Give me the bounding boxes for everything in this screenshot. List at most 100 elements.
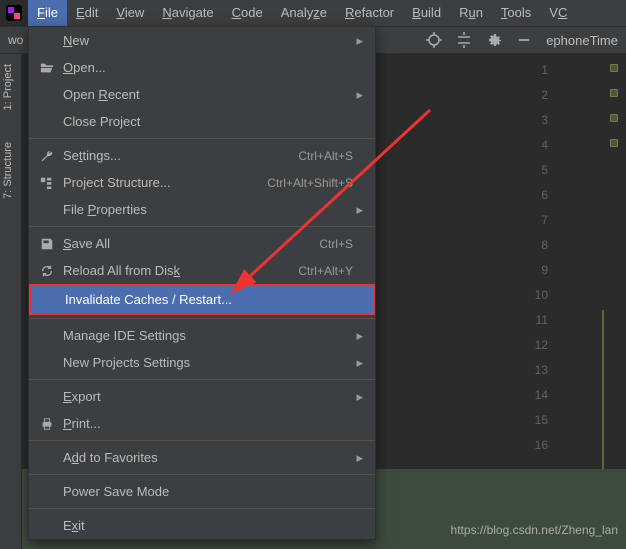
menu-item-label: Open...	[63, 60, 353, 75]
menubar-item[interactable]: View	[107, 0, 153, 26]
submenu-arrow-icon: ▸	[353, 202, 363, 218]
menu-item-label: Exit	[63, 518, 353, 533]
menu-shortcut: Ctrl+Alt+Y	[298, 264, 353, 278]
menu-item-label: Close Project	[63, 114, 353, 129]
menu-item[interactable]: Exit	[29, 512, 375, 539]
menu-item-label: Invalidate Caches / Restart...	[65, 292, 351, 307]
menu-item-label: Power Save Mode	[63, 484, 353, 499]
menu-item-label: New	[63, 33, 353, 48]
line-number: 4	[516, 133, 556, 158]
menu-item[interactable]: Manage IDE Settings▸	[29, 322, 375, 349]
reload-icon	[37, 264, 57, 278]
menu-separator	[29, 474, 375, 475]
menu-item[interactable]: Open...	[29, 54, 375, 81]
menubar-item[interactable]: Edit	[67, 0, 107, 26]
watermark: https://blog.csdn.net/Zheng_lan	[451, 523, 618, 537]
line-number: 7	[516, 208, 556, 233]
struct-icon	[37, 176, 57, 190]
menu-item-label: Print...	[63, 416, 353, 431]
open-icon	[37, 61, 57, 75]
save-icon	[37, 237, 57, 251]
warning-marker[interactable]	[610, 89, 618, 97]
menu-separator	[29, 226, 375, 227]
menubar-item[interactable]: Build	[403, 0, 450, 26]
warning-marker[interactable]	[610, 139, 618, 147]
line-number: 2	[516, 83, 556, 108]
line-number: 12	[516, 333, 556, 358]
menu-item[interactable]: Open Recent▸	[29, 81, 375, 108]
submenu-arrow-icon: ▸	[353, 450, 363, 466]
marker-bar	[610, 58, 620, 164]
menu-item[interactable]: Close Project	[29, 108, 375, 135]
menu-item[interactable]: Project Structure...Ctrl+Alt+Shift+S	[29, 169, 375, 196]
wrench-icon	[37, 149, 57, 163]
menu-item-label: Manage IDE Settings	[63, 328, 353, 343]
menu-item-label: Open Recent	[63, 87, 353, 102]
sidebar-tab-label: 7: Structure	[2, 142, 14, 199]
submenu-arrow-icon: ▸	[353, 389, 363, 405]
menu-item[interactable]: Print...	[29, 410, 375, 437]
menu-item-label: Settings...	[63, 148, 298, 163]
menu-item-label: Save All	[63, 236, 319, 251]
menubar-item[interactable]: Navigate	[153, 0, 222, 26]
line-number: 11	[516, 308, 556, 333]
menu-item-label: New Projects Settings	[63, 355, 353, 370]
menu-separator	[29, 508, 375, 509]
left-toolstrip: 1: Project 7: Structure	[0, 54, 22, 549]
menu-shortcut: Ctrl+Alt+Shift+S	[267, 176, 353, 190]
menubar-item[interactable]: Code	[223, 0, 272, 26]
menu-item[interactable]: Export▸	[29, 383, 375, 410]
line-number: 16	[516, 433, 556, 458]
menubar-item[interactable]: Refactor	[336, 0, 403, 26]
line-number: 9	[516, 258, 556, 283]
menu-item[interactable]: Invalidate Caches / Restart...	[29, 284, 375, 315]
line-gutter: 12345678910111213141516	[516, 54, 556, 458]
line-number: 13	[516, 358, 556, 383]
line-number: 5	[516, 158, 556, 183]
menu-item[interactable]: Save AllCtrl+S	[29, 230, 375, 257]
menubar-item[interactable]: Run	[450, 0, 492, 26]
menu-item-label: File Properties	[63, 202, 353, 217]
sidebar-tab-project[interactable]: 1: Project	[0, 58, 16, 116]
menu-shortcut: Ctrl+Alt+S	[298, 149, 353, 163]
menu-item-label: Project Structure...	[63, 175, 267, 190]
file-menu-dropdown: New▸Open...Open Recent▸Close ProjectSett…	[28, 26, 376, 540]
menu-shortcut: Ctrl+S	[319, 237, 353, 251]
breadcrumb: wo	[0, 33, 23, 47]
menu-item[interactable]: Reload All from DiskCtrl+Alt+Y	[29, 257, 375, 284]
gear-icon[interactable]	[486, 32, 502, 48]
menu-item[interactable]: Add to Favorites▸	[29, 444, 375, 471]
line-number: 1	[516, 58, 556, 83]
menu-item[interactable]: New▸	[29, 27, 375, 54]
editor-tab[interactable]: ephoneTime	[546, 33, 618, 48]
warning-marker[interactable]	[610, 64, 618, 72]
menu-separator	[29, 318, 375, 319]
submenu-arrow-icon: ▸	[353, 355, 363, 371]
equals-icon[interactable]	[456, 32, 472, 48]
menu-item-label: Add to Favorites	[63, 450, 353, 465]
menubar-item[interactable]: File	[28, 0, 67, 26]
warning-marker[interactable]	[610, 114, 618, 122]
line-number: 8	[516, 233, 556, 258]
target-icon[interactable]	[426, 32, 442, 48]
menu-item[interactable]: New Projects Settings▸	[29, 349, 375, 376]
menubar-item[interactable]: Analyze	[272, 0, 336, 26]
line-number: 15	[516, 408, 556, 433]
menubar-item[interactable]: Tools	[492, 0, 540, 26]
submenu-arrow-icon: ▸	[353, 33, 363, 49]
app-logo	[0, 0, 28, 26]
menu-separator	[29, 440, 375, 441]
menu-separator	[29, 379, 375, 380]
line-number: 6	[516, 183, 556, 208]
menu-item-label: Reload All from Disk	[63, 263, 298, 278]
sidebar-tab-structure[interactable]: 7: Structure	[0, 136, 16, 205]
menu-item[interactable]: Settings...Ctrl+Alt+S	[29, 142, 375, 169]
menubar: FileEditViewNavigateCodeAnalyzeRefactorB…	[0, 0, 626, 26]
minus-icon[interactable]	[516, 32, 532, 48]
sidebar-tab-label: 1: Project	[2, 64, 14, 110]
menubar-item[interactable]: VC	[540, 0, 576, 26]
submenu-arrow-icon: ▸	[353, 87, 363, 103]
line-number: 14	[516, 383, 556, 408]
menu-item[interactable]: Power Save Mode	[29, 478, 375, 505]
menu-item[interactable]: File Properties▸	[29, 196, 375, 223]
